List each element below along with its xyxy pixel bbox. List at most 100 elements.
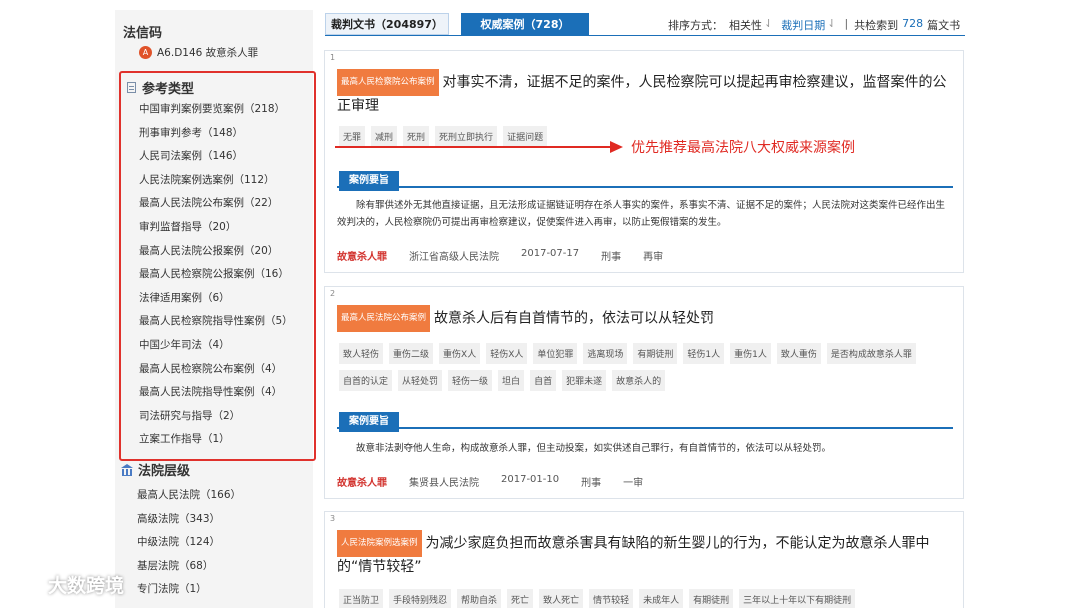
source-tag: 最高人民检察院公布案例: [337, 69, 439, 96]
keyword-tag[interactable]: 未成年人: [639, 589, 684, 608]
keyword-tag[interactable]: 轻伤一级: [448, 370, 493, 391]
sort-arrow-icon: ⇃: [827, 17, 837, 30]
tab-authority-cases[interactable]: 权威案例（728）: [461, 13, 589, 35]
court-level-item[interactable]: 中级法院（124）: [137, 534, 220, 549]
annotation-arrow-icon: [610, 141, 623, 153]
keyword-tag[interactable]: 情节较轻: [589, 589, 634, 608]
keyword-tag[interactable]: 故意杀人的: [612, 370, 666, 391]
keyword-tag[interactable]: 重伤X人: [439, 343, 481, 364]
ref-type-title-label: 参考类型: [142, 82, 195, 97]
procedure: 再审: [643, 252, 664, 263]
ref-type-item[interactable]: 司法研究与指导（2）: [139, 408, 240, 423]
result-number: 2: [330, 289, 336, 298]
keyword-tag[interactable]: 死刑立即执行: [435, 126, 498, 147]
case-summary-label: 案例要旨: [339, 171, 399, 191]
ref-type-title: 参考类型: [127, 78, 194, 97]
keyword-tag[interactable]: 自首的认定: [339, 370, 393, 391]
keyword-tag[interactable]: 致人重伤: [776, 343, 821, 364]
crime-link[interactable]: 故意杀人罪: [337, 248, 387, 263]
court-name: 浙江省高级人民法院: [409, 252, 499, 263]
ref-type-item[interactable]: 法律适用案例（6）: [139, 290, 230, 305]
ref-type-item[interactable]: 中国审判案例要览案例（218）: [139, 101, 285, 116]
judgment-date: 2017-07-17: [521, 248, 580, 259]
watermark: 大数跨境: [8, 571, 124, 598]
ref-type-item[interactable]: 人民法院案例选案例（112）: [139, 172, 275, 187]
ref-type-item[interactable]: 人民司法案例（146）: [139, 148, 243, 163]
ref-type-item[interactable]: 刑事审判参考（148）: [139, 125, 243, 140]
sort-date[interactable]: 裁判日期: [781, 17, 825, 33]
code-badge-icon: A: [139, 46, 152, 59]
ref-type-item[interactable]: 最高人民检察院指导性案例（5）: [139, 313, 293, 328]
ref-type-item[interactable]: 中国少年司法（4）: [139, 337, 230, 352]
court-level-title-label: 法院层级: [138, 464, 191, 479]
tab-judgments[interactable]: 裁判文书（204897）: [325, 13, 449, 35]
annotation-note: 优先推荐最高法院八大权威来源案例: [631, 140, 855, 156]
keyword-list: 正当防卫 手段特别残忍 帮助自杀 死亡 致人死亡 情节较轻 未成年人 有期徒刑 …: [339, 589, 949, 608]
ref-type-item[interactable]: 审判监督指导（20）: [139, 219, 236, 234]
source-tag: 最高人民法院公布案例: [337, 305, 431, 332]
keyword-tag[interactable]: 证据问题: [503, 126, 548, 147]
keyword-tag[interactable]: 正当防卫: [339, 589, 384, 608]
case-summary-header: 案例要旨: [337, 409, 953, 432]
case-summary-text: 故意非法剥夺他人生命，构成故意杀人罪，但主动投案，如实供述自己罪行，有自首情节的…: [356, 443, 832, 454]
keyword-tag[interactable]: 犯罪未遂: [562, 370, 607, 391]
court-name: 集贤县人民法院: [409, 478, 479, 489]
ref-type-item[interactable]: 最高人民检察院公报案例（16）: [139, 266, 289, 281]
document-icon: [127, 82, 136, 93]
keyword-tag[interactable]: 单位犯罪: [533, 343, 578, 364]
ref-type-item[interactable]: 立案工作指导（1）: [139, 431, 230, 446]
keyword-tag[interactable]: 从轻处罚: [398, 370, 443, 391]
result-title[interactable]: 最高人民检察院公布案例 对事实不清，证据不足的案件，人民检察院可以提起再审检察建议…: [337, 69, 957, 117]
source-tag: 人民法院案例选案例: [337, 530, 422, 557]
result-title[interactable]: 人民法院案例选案例 为减少家庭负担而故意杀害具有缺陷的新生婴儿的行为，不能认定为故…: [337, 530, 957, 578]
keyword-tag[interactable]: 有期徒刑: [633, 343, 678, 364]
court-level-item[interactable]: 最高人民法院（166）: [137, 487, 241, 502]
court-level-item[interactable]: 基层法院（68）: [137, 558, 213, 573]
filter-sidebar: 法信码 A A6.D146 故意杀人罪 参考类型 中国审判案例要览案例（218）…: [115, 10, 316, 608]
keyword-tag[interactable]: 是否构成故意杀人罪: [826, 343, 916, 364]
keyword-tag[interactable]: 有期徒刑: [689, 589, 734, 608]
result-meta: 故意杀人罪 浙江省高级人民法院 2017-07-17 刑事 再审: [337, 248, 663, 263]
keyword-tag[interactable]: 无罪: [339, 126, 366, 147]
keyword-tag[interactable]: 减刑: [371, 126, 398, 147]
keyword-tag[interactable]: 轻伤X人: [486, 343, 528, 364]
ref-type-highlight-box: 参考类型 中国审判案例要览案例（218） 刑事审判参考（148） 人民司法案例（…: [119, 71, 316, 461]
code-filter-item[interactable]: A A6.D146 故意杀人罪: [139, 45, 258, 60]
ref-type-item[interactable]: 最高人民法院公报案例（20）: [139, 243, 278, 258]
result-number: 3: [330, 514, 336, 523]
result-title-text: 故意杀人后有自首情节的，依法可以从轻处罚: [434, 310, 715, 327]
watermark-logo-icon: [8, 574, 42, 593]
ref-type-item[interactable]: 最高人民法院公布案例（22）: [139, 195, 278, 210]
result-meta: 故意杀人罪 集贤县人民法院 2017-01-10 刑事 一审: [337, 474, 643, 489]
ref-type-item[interactable]: 最高人民法院指导性案例（4）: [139, 384, 282, 399]
case-summary-text: 除有罪供述外无其他直接证据，且无法形成证据链证明存在杀人事实的案件，系事实不清、…: [337, 200, 946, 228]
watermark-text: 大数跨境: [48, 575, 125, 597]
keyword-tag[interactable]: 轻伤1人: [683, 343, 725, 364]
annotation-arrow-line: [335, 146, 612, 148]
result-title[interactable]: 最高人民法院公布案例 故意杀人后有自首情节的，依法可以从轻处罚: [337, 305, 957, 332]
keyword-tag[interactable]: 帮助自杀: [457, 589, 502, 608]
keyword-tag[interactable]: 自首: [530, 370, 557, 391]
keyword-tag[interactable]: 死亡: [507, 589, 534, 608]
crime-link[interactable]: 故意杀人罪: [337, 474, 387, 489]
sort-arrow-icon: ⇃: [764, 17, 774, 30]
keyword-tag[interactable]: 致人死亡: [539, 589, 584, 608]
judgment-date: 2017-01-10: [501, 474, 560, 485]
ref-type-item[interactable]: 最高人民检察院公布案例（4）: [139, 361, 282, 376]
keyword-tag[interactable]: 逃离现场: [583, 343, 628, 364]
keyword-tag[interactable]: 死刑: [403, 126, 430, 147]
keyword-tag[interactable]: 手段特别残忍: [389, 589, 452, 608]
result-title-text: 为减少家庭负担而故意杀害具有缺陷的新生婴儿的行为，不能认定为故意杀人罪中的“情节…: [337, 535, 930, 576]
keyword-tag[interactable]: 三年以上十年以下有期徒刑: [739, 589, 856, 608]
keyword-tag[interactable]: 重伤二级: [389, 343, 434, 364]
sort-label: 排序方式：: [668, 19, 723, 32]
keyword-tag[interactable]: 重伤1人: [730, 343, 771, 364]
case-type: 刑事: [601, 252, 622, 263]
keyword-tag[interactable]: 致人轻伤: [339, 343, 384, 364]
sort-relevance[interactable]: 相关性: [729, 17, 762, 33]
keyword-tag[interactable]: 坦白: [498, 370, 525, 391]
code-section-title: 法信码: [123, 26, 163, 41]
court-level-item[interactable]: 专门法院（1）: [137, 581, 207, 596]
result-number: 1: [330, 53, 336, 62]
court-level-item[interactable]: 高级法院（343）: [137, 511, 220, 526]
